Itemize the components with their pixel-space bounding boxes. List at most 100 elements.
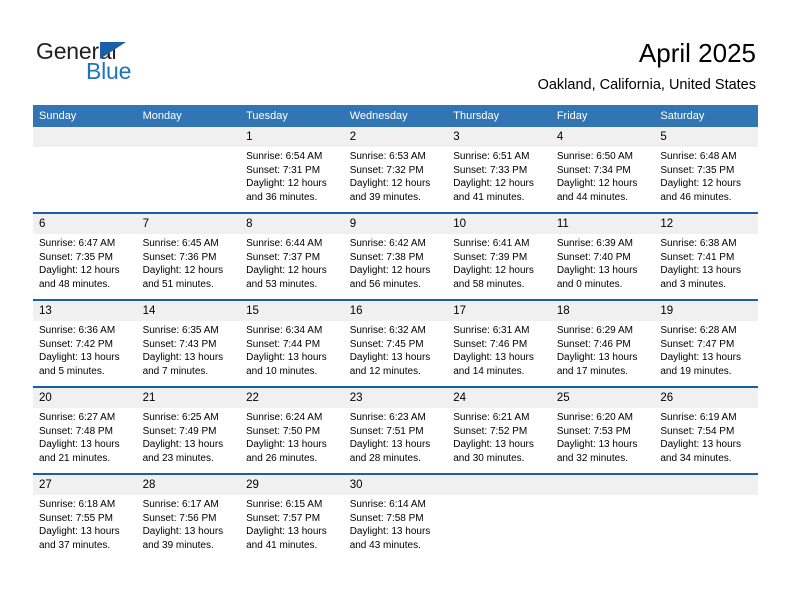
- weekday-header-friday: Friday: [550, 105, 655, 127]
- day-number: 3: [447, 127, 551, 147]
- day-daylight-line-text: and 10 minutes.: [246, 365, 318, 377]
- day-sunrise-text: Sunrise: 6:20 AM: [556, 412, 633, 423]
- calendar-day-cell[interactable]: 29 Sunrise: 6:15 AM Sunset: 7:57 PM Dayligh…: [240, 473, 344, 560]
- calendar-day-cell[interactable]: 25 Sunrise: 6:20 AM Sunset: 7:53 PM Dayligh…: [550, 386, 655, 474]
- day-sunset-text: Sunset: 7:54 PM: [660, 425, 735, 437]
- day-sunset-text: Sunset: 7:45 PM: [349, 338, 424, 350]
- calendar-day-cell[interactable]: 14 Sunrise: 6:35 AM Sunset: 7:43 PM Dayligh…: [136, 299, 241, 387]
- calendar-day-cell[interactable]: 18 Sunrise: 6:29 AM Sunset: 7:46 PM Dayligh…: [550, 299, 655, 387]
- day-daylight-line-text: Daylight: 13 hours: [660, 439, 741, 450]
- calendar-day-cell[interactable]: 2 Sunrise: 6:53 AM Sunset: 7:32 PM Daylight…: [343, 127, 448, 213]
- day-sunrise-text: Sunrise: 6:35 AM: [142, 325, 219, 336]
- day-sunrise-text: Sunrise: 6:15 AM: [246, 499, 323, 510]
- day-daylight-line-text: Daylight: 13 hours: [39, 526, 120, 537]
- calendar-day-cell[interactable]: 10 Sunrise: 6:41 AM Sunset: 7:39 PM Dayligh…: [447, 212, 551, 300]
- day-sunset-text: Sunset: 7:40 PM: [556, 251, 631, 263]
- calendar-empty-cell: [447, 473, 551, 560]
- calendar-day-cell[interactable]: 8 Sunrise: 6:44 AM Sunset: 7:37 PM Daylight…: [240, 212, 344, 300]
- calendar-empty-cell: [654, 473, 758, 560]
- day-daylight-line-text: and 56 minutes.: [349, 278, 421, 290]
- day-daylight-line-text: Daylight: 12 hours: [660, 178, 741, 189]
- calendar-day-cell[interactable]: 6 Sunrise: 6:47 AM Sunset: 7:35 PM Daylight…: [33, 212, 137, 300]
- day-sunrise-text: Sunrise: 6:34 AM: [246, 325, 323, 336]
- day-number: 29: [240, 475, 344, 495]
- day-number: 4: [550, 127, 655, 147]
- day-sunset-text: Sunset: 7:34 PM: [556, 164, 631, 176]
- day-daylight-line-text: and 41 minutes.: [453, 191, 525, 203]
- day-sunset-text: Sunset: 7:50 PM: [246, 425, 321, 437]
- day-daylight-line-text: Daylight: 13 hours: [349, 352, 431, 363]
- day-details: Sunrise: 6:24 AM Sunset: 7:50 PM Daylight:…: [240, 408, 344, 473]
- calendar-day-cell[interactable]: 22 Sunrise: 6:24 AM Sunset: 7:50 PM Dayligh…: [240, 386, 344, 474]
- day-number: 16: [343, 301, 448, 321]
- day-daylight-line-text: Daylight: 13 hours: [39, 352, 120, 363]
- day-daylight-line-text: and 39 minutes.: [142, 539, 214, 551]
- day-sunrise-text: Sunrise: 6:50 AM: [556, 151, 633, 162]
- day-sunset-text: Sunset: 7:42 PM: [39, 338, 113, 350]
- calendar-day-cell[interactable]: 12 Sunrise: 6:38 AM Sunset: 7:41 PM Dayligh…: [654, 212, 758, 300]
- calendar-day-cell[interactable]: 30 Sunrise: 6:14 AM Sunset: 7:58 PM Dayligh…: [343, 473, 448, 560]
- triangle-icon: [100, 42, 126, 59]
- day-details: Sunrise: 6:15 AM Sunset: 7:57 PM Daylight:…: [240, 495, 344, 560]
- day-sunrise-text: Sunrise: 6:17 AM: [142, 499, 219, 510]
- day-details: Sunrise: 6:28 AM Sunset: 7:47 PM Daylight:…: [654, 321, 758, 386]
- day-daylight-line-text: and 46 minutes.: [660, 191, 732, 203]
- page-title: April 2025: [638, 38, 756, 68]
- day-number: 28: [136, 475, 241, 495]
- calendar-day-cell[interactable]: 24 Sunrise: 6:21 AM Sunset: 7:52 PM Dayligh…: [447, 386, 551, 474]
- calendar-day-cell[interactable]: 11 Sunrise: 6:39 AM Sunset: 7:40 PM Dayligh…: [550, 212, 655, 300]
- calendar-day-cell[interactable]: 5 Sunrise: 6:48 AM Sunset: 7:35 PM Daylight…: [654, 127, 758, 213]
- calendar-day-cell[interactable]: 21 Sunrise: 6:25 AM Sunset: 7:49 PM Dayligh…: [136, 386, 241, 474]
- day-sunset-text: Sunset: 7:56 PM: [142, 512, 217, 524]
- day-details: Sunrise: 6:25 AM Sunset: 7:49 PM Daylight:…: [137, 408, 241, 473]
- weekday-header-monday: Monday: [136, 105, 241, 127]
- day-number: 12: [654, 214, 758, 234]
- calendar-day-cell[interactable]: 1 Sunrise: 6:54 AM Sunset: 7:31 PM Daylight…: [240, 127, 344, 213]
- calendar-day-cell[interactable]: 17 Sunrise: 6:31 AM Sunset: 7:46 PM Dayligh…: [447, 299, 551, 387]
- calendar-day-cell[interactable]: 3 Sunrise: 6:51 AM Sunset: 7:33 PM Daylight…: [447, 127, 551, 213]
- calendar-day-cell[interactable]: 9 Sunrise: 6:42 AM Sunset: 7:38 PM Daylight…: [343, 212, 448, 300]
- day-daylight-line-text: Daylight: 13 hours: [142, 439, 224, 450]
- day-sunrise-text: Sunrise: 6:42 AM: [349, 238, 426, 249]
- calendar-day-cell[interactable]: 15 Sunrise: 6:34 AM Sunset: 7:44 PM Dayligh…: [240, 299, 344, 387]
- day-sunrise-text: Sunrise: 6:53 AM: [349, 151, 426, 162]
- day-sunset-text: Sunset: 7:55 PM: [39, 512, 113, 524]
- day-details: Sunrise: 6:45 AM Sunset: 7:36 PM Daylight:…: [137, 234, 241, 299]
- day-details: Sunrise: 6:42 AM Sunset: 7:38 PM Daylight:…: [344, 234, 448, 299]
- calendar-day-cell[interactable]: 20 Sunrise: 6:27 AM Sunset: 7:48 PM Dayligh…: [33, 386, 137, 474]
- day-sunset-text: Sunset: 7:33 PM: [453, 164, 528, 176]
- calendar-day-cell[interactable]: 7 Sunrise: 6:45 AM Sunset: 7:36 PM Daylight…: [136, 212, 241, 300]
- day-daylight-line-text: and 12 minutes.: [349, 365, 421, 377]
- day-daylight-line-text: and 43 minutes.: [349, 539, 421, 551]
- day-daylight-line-text: and 21 minutes.: [39, 452, 111, 464]
- day-daylight-line-text: Daylight: 12 hours: [349, 265, 431, 276]
- calendar-day-cell[interactable]: 16 Sunrise: 6:32 AM Sunset: 7:45 PM Dayligh…: [343, 299, 448, 387]
- calendar-day-cell[interactable]: 27 Sunrise: 6:18 AM Sunset: 7:55 PM Dayligh…: [33, 473, 137, 560]
- day-sunrise-text: Sunrise: 6:27 AM: [39, 412, 116, 423]
- day-sunrise-text: Sunrise: 6:44 AM: [246, 238, 323, 249]
- day-daylight-line-text: Daylight: 13 hours: [660, 352, 741, 363]
- calendar-day-cell[interactable]: 4 Sunrise: 6:50 AM Sunset: 7:34 PM Daylight…: [550, 127, 655, 213]
- calendar-week-row: 6 Sunrise: 6:47 AM Sunset: 7:35 PM Daylight…: [33, 212, 758, 300]
- calendar-day-cell[interactable]: 26 Sunrise: 6:19 AM Sunset: 7:54 PM Dayligh…: [654, 386, 758, 474]
- day-sunrise-text: Sunrise: 6:31 AM: [453, 325, 530, 336]
- day-number: 7: [136, 214, 241, 234]
- calendar-day-cell[interactable]: 23 Sunrise: 6:23 AM Sunset: 7:51 PM Dayligh…: [343, 386, 448, 474]
- day-number: 17: [447, 301, 551, 321]
- day-daylight-line-text: and 7 minutes.: [142, 365, 209, 377]
- day-details: Sunrise: 6:38 AM Sunset: 7:41 PM Daylight:…: [654, 234, 758, 299]
- day-daylight-line-text: Daylight: 12 hours: [142, 265, 224, 276]
- day-daylight-line-text: and 34 minutes.: [660, 452, 732, 464]
- calendar-day-cell[interactable]: 13 Sunrise: 6:36 AM Sunset: 7:42 PM Dayligh…: [33, 299, 137, 387]
- calendar-day-cell[interactable]: 19 Sunrise: 6:28 AM Sunset: 7:47 PM Dayligh…: [654, 299, 758, 387]
- day-sunset-text: Sunset: 7:49 PM: [142, 425, 217, 437]
- day-number: 14: [136, 301, 241, 321]
- day-daylight-line-text: and 51 minutes.: [142, 278, 214, 290]
- day-daylight-line-text: and 30 minutes.: [453, 452, 525, 464]
- day-number: [654, 475, 758, 495]
- calendar-day-cell[interactable]: 28 Sunrise: 6:17 AM Sunset: 7:56 PM Dayligh…: [136, 473, 241, 560]
- day-sunset-text: Sunset: 7:46 PM: [556, 338, 631, 350]
- day-sunrise-text: Sunrise: 6:51 AM: [453, 151, 530, 162]
- day-sunset-text: Sunset: 7:36 PM: [142, 251, 217, 263]
- day-number: 25: [550, 388, 655, 408]
